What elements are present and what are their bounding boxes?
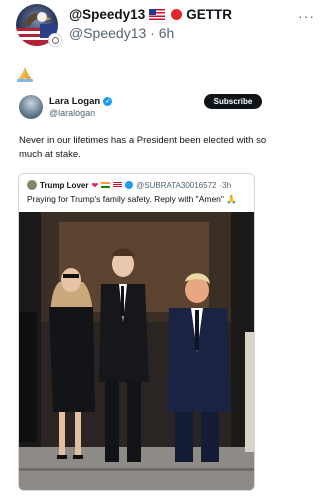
us-flag-icon [149,9,166,20]
post-username[interactable]: @Speedy13 [69,25,146,41]
praying-hands-icon [16,66,34,82]
family-photo[interactable] [19,212,255,491]
quoted-author-handle[interactable]: @SUBRATA30016572 [136,181,216,190]
embedded-author-name-row: Lara Logan ✓ [49,96,113,107]
embedded-post-text: Never in our lifetimes has a President b… [19,135,267,160]
verified-badge-icon: ✓ [103,97,113,106]
post-sub-line: @Speedy13 · 6h [69,25,174,41]
platform-name: GETTR [186,7,232,22]
post-handle[interactable]: @Speedy13 [69,7,145,22]
quoted-post-header: Trump Lover ❤ @SUBRATA30016572 ·3h [27,180,231,190]
embedded-author-handle[interactable]: @laralogan [49,108,95,118]
gettr-logo-icon [171,9,183,20]
separator: · [150,25,155,41]
subscribe-button[interactable]: Subscribe [204,94,262,109]
quoted-author-name[interactable]: Trump Lover [40,181,88,190]
verified-badge-icon [125,181,134,189]
us-flag-icon [113,182,123,188]
post-time: 6h [158,25,175,41]
post-header: @Speedy13 GETTR @Speedy13 · 6h ··· [14,4,319,48]
more-options-icon[interactable]: ··· [298,8,315,24]
india-flag-icon [101,182,111,188]
gettr-badge-icon [48,33,62,47]
quoted-author-avatar[interactable] [27,180,37,190]
quoted-post-text: Praying for Trump's family safety. Reply… [27,194,237,204]
heart-icon: ❤ [91,180,99,190]
quoted-post-card[interactable]: Trump Lover ❤ @SUBRATA30016572 ·3h Prayi… [18,173,255,491]
quoted-post-time: ·3h [219,180,232,190]
post-handle-line: @Speedy13 GETTR [69,7,232,22]
embedded-author-avatar[interactable] [19,95,43,119]
embedded-author-name[interactable]: Lara Logan [49,96,100,107]
